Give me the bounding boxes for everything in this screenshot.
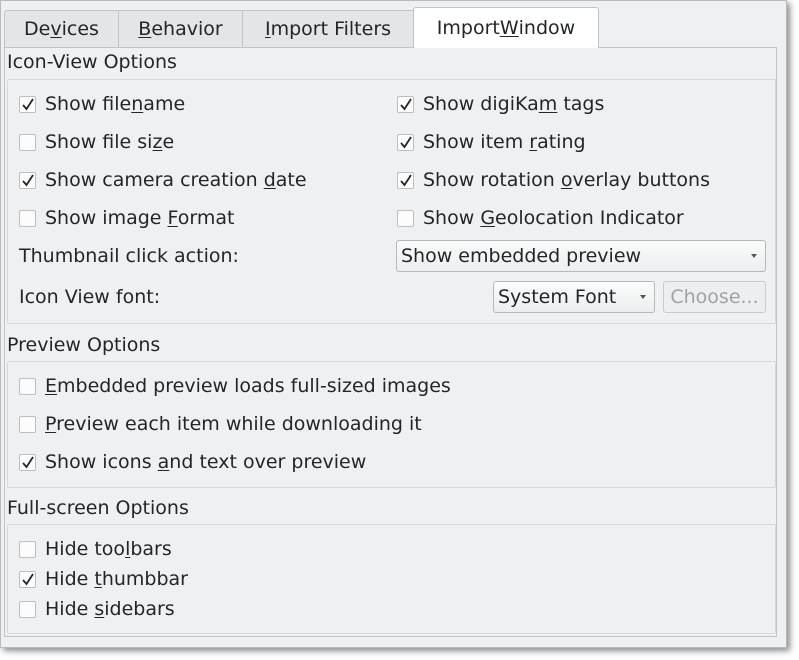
tab-label: ehavior <box>151 18 223 40</box>
embedded-preview-full-size-checkbox[interactable]: Embedded preview loads full-sized images <box>19 373 451 399</box>
tab-devices[interactable]: De v ices <box>4 10 119 47</box>
preview-while-downloading-checkbox[interactable]: Preview each item while downloading it <box>19 411 422 437</box>
check-mark-icon <box>400 98 412 110</box>
tab-bar: De v ices Behavior Import Filters Import W… <box>1 1 786 48</box>
tab-label: Import <box>436 17 500 39</box>
checkbox-label: Show digiKam tags <box>423 93 605 115</box>
show-icons-text-over-preview-checkbox[interactable]: Show icons and text over preview <box>19 449 366 475</box>
show-geolocation-indicator-checkbox[interactable]: Show Geolocation Indicator <box>397 205 684 231</box>
thumbnail-click-action-label: Thumbnail click action: <box>19 245 239 267</box>
tab-label: mport Filters <box>270 18 392 40</box>
checkbox-box <box>397 133 414 151</box>
checkbox-label: Show icons and text over preview <box>45 451 367 473</box>
checkbox-box <box>397 209 414 227</box>
checkbox-box <box>19 133 36 151</box>
checkbox-label: Show camera creation date <box>45 169 307 191</box>
icon-view-options-title: Icon-View Options <box>7 51 177 73</box>
checkbox-box <box>19 209 36 227</box>
hide-sidebars-checkbox[interactable]: Hide sidebars <box>19 596 175 622</box>
check-mark-icon <box>400 136 412 148</box>
tab-import-window[interactable]: Import Window <box>413 7 599 48</box>
tab-label: De <box>24 18 51 40</box>
tab-label: ices <box>61 18 99 40</box>
fullscreen-options-title: Full-screen Options <box>7 497 189 519</box>
show-file-size-checkbox[interactable]: Show file size <box>19 129 174 155</box>
checkbox-label: Show image Format <box>45 207 235 229</box>
tab-behavior[interactable]: Behavior <box>118 10 243 47</box>
hide-toolbars-checkbox[interactable]: Hide toolbars <box>19 536 172 562</box>
combo-value: System Font <box>498 286 617 308</box>
thumbnail-click-action-combo[interactable]: Show embedded preview <box>396 240 766 272</box>
checkbox-box <box>19 171 36 189</box>
checkbox-box <box>397 95 414 113</box>
check-mark-icon <box>22 98 34 110</box>
checkbox-box <box>19 600 36 618</box>
tab-import-filters[interactable]: Import Filters <box>242 10 414 47</box>
dropdown-arrow-icon <box>751 254 757 258</box>
check-mark-icon <box>22 174 34 186</box>
preview-options-group: Embedded preview loads full-sized images… <box>7 361 776 488</box>
check-mark-icon <box>400 174 412 186</box>
checkbox-label: Embedded preview loads full-sized images <box>45 375 451 397</box>
tab-mnemonic: v <box>50 18 62 40</box>
hide-thumbbar-checkbox[interactable]: Hide thumbbar <box>19 566 188 592</box>
tab-label: indow <box>518 17 576 39</box>
show-filename-checkbox[interactable]: Show filename <box>19 91 185 117</box>
checkbox-label: Show item rating <box>423 131 586 153</box>
icon-view-options-group: Show filename Show file size Show camera… <box>7 79 776 324</box>
checkbox-box <box>19 415 36 433</box>
combo-value: Show embedded preview <box>401 245 642 267</box>
show-camera-creation-date-checkbox[interactable]: Show camera creation date <box>19 167 307 193</box>
checkbox-label: Show file size <box>45 131 175 153</box>
choose-font-button[interactable]: Choose... <box>663 281 766 313</box>
preview-options-title: Preview Options <box>7 334 161 356</box>
checkbox-label: Preview each item while downloading it <box>45 413 422 435</box>
show-image-format-checkbox[interactable]: Show image Format <box>19 205 235 231</box>
fullscreen-options-group: Hide toolbars Hide thumbbar Hide sidebar… <box>7 524 776 634</box>
show-digikam-tags-checkbox[interactable]: Show digiKam tags <box>397 91 604 117</box>
checkbox-label: Hide toolbars <box>45 538 172 560</box>
tab-panel: Icon-View Options Show filename Show fil… <box>4 47 777 637</box>
checkbox-label: Show Geolocation Indicator <box>423 207 684 229</box>
show-item-rating-checkbox[interactable]: Show item rating <box>397 129 586 155</box>
settings-window: De v ices Behavior Import Filters Import W… <box>0 0 787 648</box>
checkbox-box <box>19 377 36 395</box>
tab-mnemonic: B <box>138 18 152 40</box>
checkbox-label: Show filename <box>45 93 186 115</box>
show-rotation-overlay-buttons-checkbox[interactable]: Show rotation overlay buttons <box>397 167 710 193</box>
checkbox-label: Show rotation overlay buttons <box>423 169 711 191</box>
icon-view-font-label: Icon View font: <box>19 286 161 308</box>
checkbox-box <box>19 95 36 113</box>
checkbox-box <box>397 171 414 189</box>
tab-mnemonic: W <box>499 17 519 39</box>
checkbox-box <box>19 570 36 588</box>
checkbox-label: Hide sidebars <box>45 598 175 620</box>
check-mark-icon <box>22 573 34 585</box>
icon-view-font-combo[interactable]: System Font <box>493 281 655 313</box>
checkbox-label: Hide thumbbar <box>45 568 188 590</box>
check-mark-icon <box>22 456 34 468</box>
dropdown-arrow-icon <box>640 295 646 299</box>
checkbox-box <box>19 540 36 558</box>
checkbox-box <box>19 453 36 471</box>
